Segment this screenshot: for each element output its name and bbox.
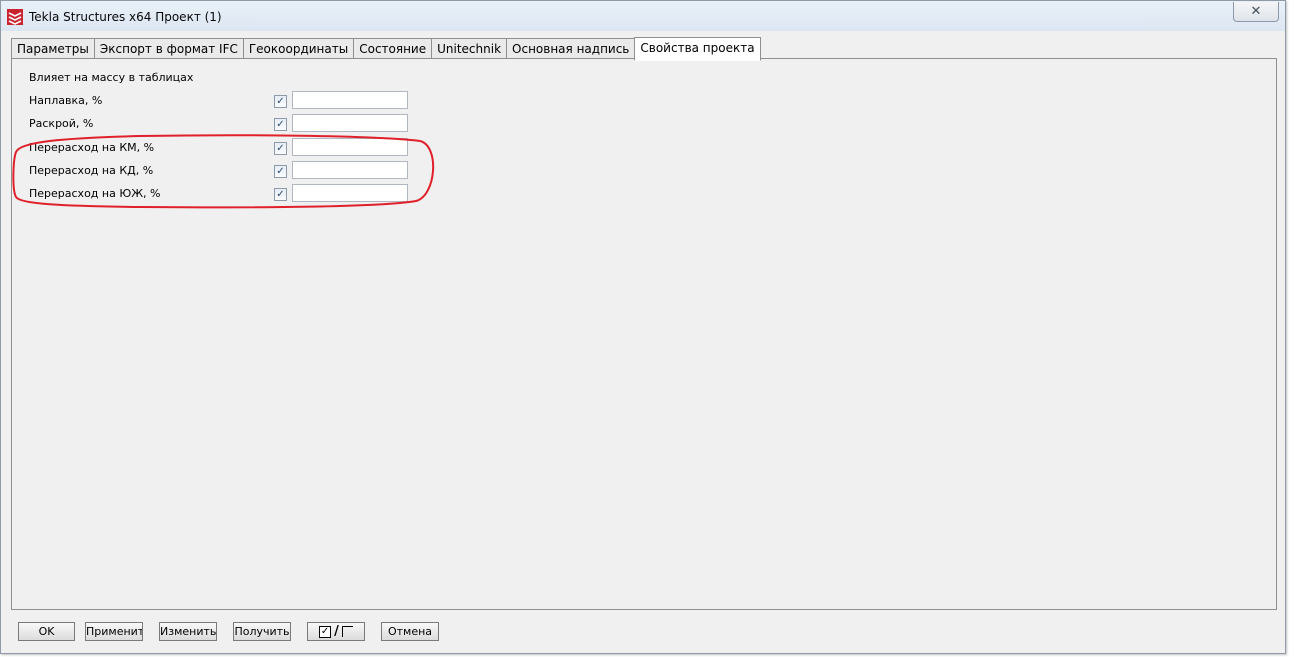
- row-label-surfacing: Наплавка, %: [29, 94, 103, 107]
- slash-separator: /: [334, 624, 339, 639]
- tab-project-properties[interactable]: Свойства проекта: [634, 37, 761, 61]
- checkmark-icon: ✓: [276, 166, 285, 177]
- input-cutting[interactable]: [292, 114, 408, 132]
- get-button[interactable]: Получить: [233, 622, 291, 641]
- tekla-logo-icon: [7, 9, 23, 25]
- apply-button[interactable]: Применить: [85, 622, 143, 641]
- tab-ifc-export[interactable]: Экспорт в формат IFC: [93, 38, 244, 59]
- row-label-overrun-km: Перерасход на КМ, %: [29, 141, 155, 154]
- ok-button[interactable]: OK: [18, 622, 75, 641]
- section-label: Влияет на массу в таблицах: [29, 71, 194, 84]
- checkbox-cutting[interactable]: ✓: [274, 118, 287, 131]
- tab-panel-project-properties: Влияет на массу в таблицах Наплавка, % ✓…: [11, 58, 1277, 610]
- tab-geocoordinates[interactable]: Геокоординаты: [242, 38, 355, 59]
- cancel-button[interactable]: Отмена: [381, 622, 439, 641]
- unchecked-box-icon: [341, 626, 353, 637]
- row-label-overrun-yuzh: Перерасход на ЮЖ, %: [29, 187, 161, 200]
- checkbox-overrun-yuzh[interactable]: ✓: [274, 188, 287, 201]
- checkmark-icon: ✓: [276, 143, 285, 154]
- checked-box-icon: ✓: [319, 625, 332, 638]
- title-bar[interactable]: Tekla Structures x64 Проект (1) ✕: [1, 1, 1285, 31]
- checkmark-icon: ✓: [276, 96, 285, 107]
- tab-status[interactable]: Состояние: [353, 38, 433, 59]
- toggle-all-button[interactable]: ✓ /: [307, 622, 365, 641]
- checkbox-overrun-km[interactable]: ✓: [274, 142, 287, 155]
- window-title: Tekla Structures x64 Проект (1): [29, 10, 222, 24]
- checkmark-icon: ✓: [276, 119, 285, 130]
- row-label-overrun-kd: Перерасход на КД, %: [29, 164, 154, 177]
- input-overrun-km[interactable]: [292, 138, 408, 156]
- checkmark-icon: ✓: [276, 189, 285, 200]
- close-button[interactable]: ✕: [1233, 2, 1279, 22]
- modify-button[interactable]: Изменить: [159, 622, 217, 641]
- input-overrun-kd[interactable]: [292, 161, 408, 179]
- input-surfacing[interactable]: [292, 91, 408, 109]
- project-properties-dialog: Tekla Structures x64 Проект (1) ✕ Параме…: [0, 0, 1286, 654]
- tab-parameters[interactable]: Параметры: [11, 38, 95, 59]
- row-label-cutting: Раскрой, %: [29, 117, 94, 130]
- close-icon: ✕: [1250, 4, 1262, 19]
- checkbox-surfacing[interactable]: ✓: [274, 95, 287, 108]
- input-overrun-yuzh[interactable]: [292, 184, 408, 202]
- tab-unitechnik[interactable]: Unitechnik: [431, 38, 508, 59]
- tab-bar: Параметры Экспорт в формат IFC Геокоорди…: [11, 37, 761, 61]
- checkbox-overrun-kd[interactable]: ✓: [274, 165, 287, 178]
- tab-title-block[interactable]: Основная надпись: [506, 38, 636, 59]
